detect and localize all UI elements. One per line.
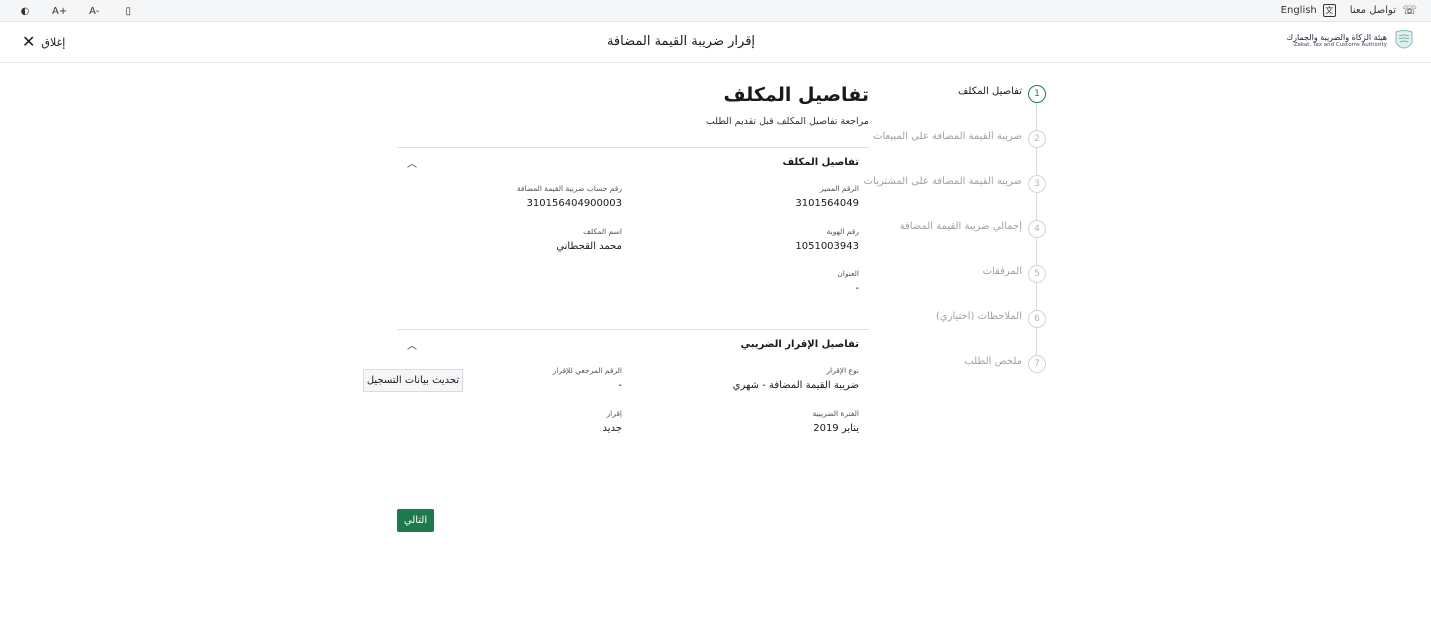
step-3[interactable]: 3 ضريبة القيمة المضافة على المشتريات [864, 172, 1060, 220]
step-number: 5 [1028, 265, 1046, 283]
step-label: إجمالي ضريبة القيمة المضافة [899, 221, 1022, 232]
field-label: الرقم المميز [820, 184, 859, 193]
field-value: جديد [602, 423, 622, 434]
step-2[interactable]: 2 ضريبة القيمة المضافة على المبيعات [873, 127, 1060, 175]
step-1[interactable]: 1 تفاصيل المكلف [880, 82, 1060, 130]
field-value: - [855, 283, 859, 294]
utility-links: English 文 تواصل معنا ☏ [1281, 3, 1417, 17]
step-number: 3 [1028, 175, 1046, 193]
id-number-field: رقم الهوية 1051003943 [659, 227, 859, 252]
step-connector [1036, 103, 1037, 130]
taxpayer-details-panel: تفاصيل المكلف ︿ الرقم المميز 3101564049 … [397, 147, 869, 329]
taxpayer-name-field: اسم المكلف محمد القحطاني [422, 227, 622, 252]
field-label: نوع الإقرار [826, 366, 859, 375]
page-title: إقرار ضريبة القيمة المضافة [606, 34, 756, 49]
step-label: تفاصيل المكلف [958, 86, 1022, 97]
step-number: 6 [1028, 310, 1046, 328]
step-4[interactable]: 4 إجمالي ضريبة القيمة المضافة [880, 217, 1060, 265]
field-label: رقم الهوية [826, 227, 859, 236]
step-label: ملخص الطلب [964, 356, 1022, 367]
field-value: محمد القحطاني [556, 241, 622, 252]
utility-bar: ◐ A+ A- ▯ English 文 تواصل معنا ☏ [0, 0, 1431, 22]
step-number: 2 [1028, 130, 1046, 148]
step-label: ضريبة القيمة المضافة على المبيعات [873, 131, 1022, 142]
progress-stepper: 1 تفاصيل المكلف 2 ضريبة القيمة المضافة ع… [864, 82, 1060, 397]
field-value: 310156404900003 [526, 198, 622, 209]
field-value: 1051003943 [795, 241, 859, 252]
contact-label: تواصل معنا [1349, 4, 1396, 16]
next-button[interactable]: التالي [397, 509, 434, 532]
logo-english-text: Zakat, Tax and Customs Authority [1293, 42, 1387, 49]
field-value: يناير 2019 [813, 423, 859, 434]
field-value: 3101564049 [795, 198, 859, 209]
step-label: الملاحظات (اختياري) [935, 311, 1022, 322]
chevron-up-icon[interactable]: ︿ [407, 155, 417, 170]
return-status-field: إقرار جديد [422, 409, 622, 434]
step-number: 7 [1028, 355, 1046, 373]
field-label: رقم حساب ضريبة القيمة المضافة [516, 184, 622, 193]
step-6[interactable]: 6 الملاحظات (اختياري) [880, 307, 1060, 355]
language-label: English [1280, 4, 1317, 16]
field-label: اسم المكلف [583, 227, 622, 236]
section-subtitle: مراجعة تفاصيل المكلف قبل تقديم الطلب [705, 116, 869, 127]
language-switch[interactable]: English 文 [1280, 3, 1336, 17]
step-connector [1036, 328, 1037, 355]
accessibility-tools: ◐ A+ A- ▯ [18, 3, 135, 19]
step-connector [1036, 238, 1037, 265]
panel-heading: تفاصيل المكلف [782, 157, 859, 168]
logo-arabic-text: هيئة الزكاة والضريبة والجمارك [1286, 32, 1388, 42]
authority-logo-icon [1395, 30, 1413, 49]
address-field: العنوان - [659, 269, 859, 294]
panel-heading: تفاصيل الإقرار الضريبي [740, 339, 859, 350]
vat-account-field: رقم حساب ضريبة القيمة المضافة 3101564049… [422, 184, 622, 209]
step-connector [1036, 148, 1037, 175]
clipboard-icon[interactable]: ▯ [121, 3, 135, 19]
field-label: الفترة الضريبية [812, 409, 859, 418]
step-connector [1036, 283, 1037, 310]
contact-us-link[interactable]: تواصل معنا ☏ [1350, 3, 1417, 17]
step-label: ضريبة القيمة المضافة على المشتريات [863, 176, 1022, 187]
step-7[interactable]: 7 ملخص الطلب [880, 352, 1060, 397]
tax-period-field: الفترة الضريبية يناير 2019 [659, 409, 859, 434]
tax-return-details-panel: تفاصيل الإقرار الضريبي ︿ نوع الإقرار ضري… [397, 329, 869, 479]
step-number: 1 [1028, 85, 1046, 103]
step-connector [1036, 193, 1037, 220]
return-type-field: نوع الإقرار ضريبة القيمة المضافة - شهري [659, 366, 859, 391]
step-5[interactable]: 5 المرفقات [880, 262, 1060, 310]
field-value: ضريبة القيمة المضافة - شهري [732, 380, 859, 391]
field-label: إقرار [606, 409, 622, 418]
update-registration-button[interactable]: تحديث بيانات التسجيل [363, 369, 463, 392]
header: ✕ إغلاق إقرار ضريبة القيمة المضافة هيئة … [0, 22, 1431, 63]
font-increase-button[interactable]: A+ [52, 3, 67, 19]
main-content: تفاصيل المكلف مراجعة تفاصيل المكلف قبل ت… [397, 82, 869, 434]
font-decrease-button[interactable]: A- [87, 3, 101, 19]
chevron-up-icon[interactable]: ︿ [407, 337, 417, 352]
step-number: 4 [1028, 220, 1046, 238]
authority-logo[interactable]: هيئة الزكاة والضريبة والجمارك Zakat, Tax… [1287, 28, 1416, 54]
step-label: المرفقات [982, 266, 1022, 277]
contrast-icon[interactable]: ◐ [18, 3, 32, 19]
translate-icon: 文 [1322, 3, 1336, 17]
tin-field: الرقم المميز 3101564049 [659, 184, 859, 209]
section-title: تفاصيل المكلف [723, 84, 869, 106]
phone-icon: ☏ [1401, 3, 1417, 17]
field-label: العنوان [837, 269, 859, 278]
